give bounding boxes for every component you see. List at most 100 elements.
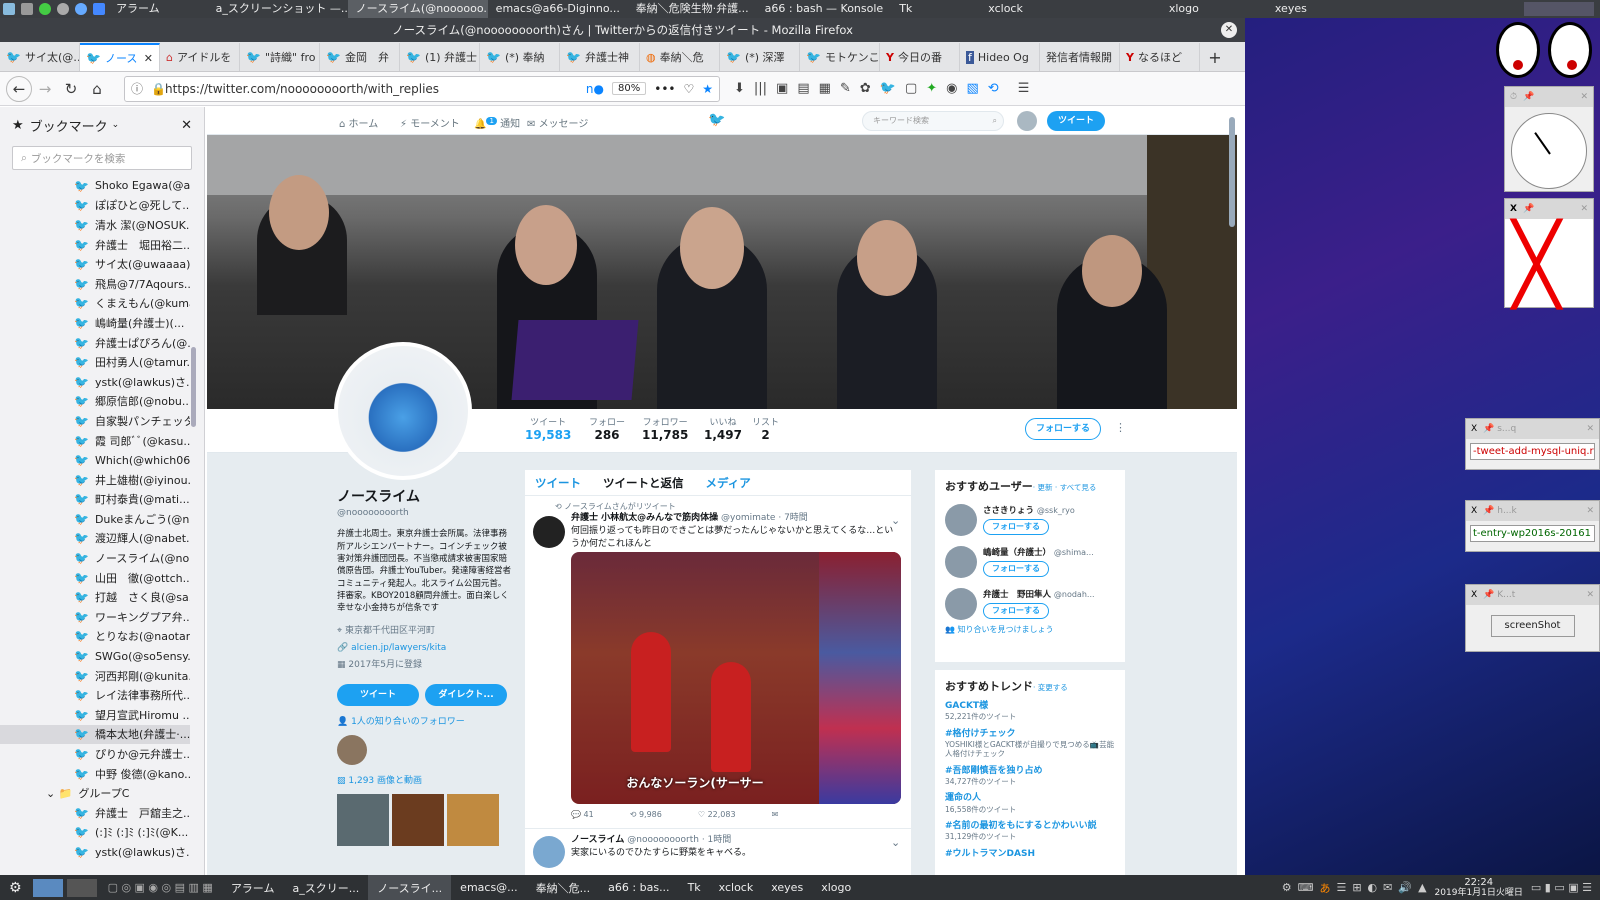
follow-button[interactable]: フォローする — [983, 519, 1049, 535]
tab-media[interactable]: メディア — [706, 475, 751, 491]
app-icon[interactable] — [39, 3, 51, 15]
follow-button[interactable]: フォローする — [983, 603, 1049, 619]
profile-link[interactable]: 🔗 alcien.jp/lawyers/kita — [337, 642, 512, 655]
toggle-icon[interactable]: n● — [586, 82, 604, 96]
suggested-user-handle[interactable]: @shima... — [1054, 548, 1094, 557]
trend-tag[interactable]: #名前の最初をもにするとかわいい説 — [945, 821, 1115, 832]
bookmark-item[interactable]: 🐦 ぴりか@元弁護士... — [0, 744, 190, 764]
tweet-media[interactable]: おんなソーラン(サーサー — [571, 552, 901, 804]
browser-tab[interactable]: 🐦 (1) 弁護士 — [400, 43, 480, 71]
top-task[interactable]: Tk — [891, 0, 920, 18]
stat-followers[interactable]: フォロワー 11,785 — [642, 415, 688, 442]
bookmark-item[interactable]: 🐦 橋本太地(弁護士·... — [0, 724, 190, 745]
follow-button[interactable]: フォローする — [1025, 418, 1101, 440]
avatar[interactable] — [945, 504, 977, 536]
library-icon[interactable]: ||| — [754, 81, 767, 96]
kde-menu-icon[interactable] — [3, 3, 15, 15]
screenshot-button[interactable]: screenShot — [1490, 615, 1575, 637]
bookmark-item[interactable]: 🐦くまえもん(@kuma... — [0, 294, 190, 314]
suggested-user-handle[interactable]: @ssk_ryo — [1037, 506, 1075, 515]
tweet-author[interactable]: ノースライム — [571, 835, 624, 845]
browser-tab[interactable]: 🐦 (*) 奉納 — [480, 43, 560, 71]
menu-icon[interactable]: ☰ — [1018, 81, 1030, 96]
tk-window[interactable]: X 📌 h...k ✕ t-entry-wp2016s-20161 — [1465, 500, 1600, 552]
bookmark-item[interactable]: 🐦 町村泰貴(@mati... — [0, 490, 190, 510]
direct-message-button[interactable]: ダイレクト... — [425, 683, 507, 706]
tweet-avatar[interactable] — [533, 836, 565, 868]
media-thumb[interactable] — [337, 793, 389, 846]
taskbar-task[interactable]: a_スクリー... — [283, 875, 368, 900]
bookmark-item[interactable]: 🐦 望月宣武Hiromu ... — [0, 705, 190, 725]
top-task[interactable]: xlogo — [1161, 0, 1207, 18]
more-icon[interactable]: ••• — [654, 82, 675, 96]
bookmark-item[interactable]: 🐦 嶋崎量(弁護士)(... — [0, 313, 190, 333]
app-launcher-icons[interactable]: ▢ ◎ ▣ ◉ ◎ ▤ ▥ ▦ — [99, 875, 222, 900]
bookmark-folder[interactable]: ⌄ 📁 グループC — [0, 783, 190, 803]
screenshot-icon[interactable]: ▤ — [797, 81, 809, 96]
trend-item[interactable]: GACKT様 52,221件のツイート — [945, 701, 1115, 722]
tk-entry[interactable]: -tweet-add-mysql-uniq.r — [1470, 443, 1595, 460]
bookmark-search-input[interactable]: ⌕ ブックマークを検索 — [12, 146, 192, 170]
top-task[interactable]: a_スクリーンショット —... — [208, 0, 348, 18]
close-icon[interactable]: ✕ — [181, 118, 192, 133]
tab-tweets-replies[interactable]: ツイートと返信 — [603, 475, 684, 491]
bookmark-item[interactable]: 🐦Which(@which06... — [0, 450, 190, 470]
browser-tab[interactable]: ⌂ アイドルを — [160, 43, 240, 71]
url-text[interactable]: https://twitter.com/noooooooorth/with_re… — [165, 82, 586, 96]
top-task[interactable]: a66 : bash — Konsole — [757, 0, 892, 18]
bookmark-item[interactable]: 🐦 霞 司郎ﾞﾞ(@kasu... — [0, 431, 190, 451]
bookmark-item[interactable]: 🐦 弁護士 堀田裕二... — [0, 235, 190, 255]
like-action[interactable]: ♡ 22,083 — [698, 810, 736, 819]
more-options-icon[interactable]: ⋮ — [1115, 421, 1126, 434]
reload-icon[interactable]: ↻ — [58, 76, 84, 102]
tab-tweets[interactable]: ツイート — [535, 475, 581, 491]
mutual-avatar[interactable] — [337, 734, 367, 765]
nav-home[interactable]: ⌂ ホーム — [339, 115, 378, 130]
pager[interactable] — [1524, 2, 1594, 16]
xclock-window[interactable]: ⏱ 📌 ✕ — [1504, 86, 1594, 192]
follow-button[interactable]: フォローする — [983, 561, 1049, 577]
bookmark-item[interactable]: 🐦 レイ法律事務所代... — [0, 685, 190, 705]
bookmark-item[interactable]: 🐦 河西邦剛(@kunita... — [0, 666, 190, 686]
system-tray[interactable]: ⚙ ⌨ あ ☰ ⊞ ◐ ✉ 🔊 ▲ — [1282, 880, 1427, 896]
bookmark-item[interactable]: 🐦 清水 潔(@NOSUK... — [0, 215, 190, 235]
tweet-time[interactable]: · 7時間 — [778, 513, 807, 523]
twitter-icon[interactable]: 🐦 — [880, 81, 896, 96]
taskbar-task[interactable]: xclock — [710, 875, 763, 900]
tweet-button[interactable]: ツイート — [1047, 111, 1105, 131]
browser-tab[interactable]: 🐦 "詩織" fro — [240, 43, 320, 71]
trend-tag[interactable]: GACKT様 — [945, 701, 1115, 712]
find-friends-link[interactable]: 👥 知り合いを見つけましょう — [945, 624, 1115, 635]
home-icon[interactable]: ⌂ — [84, 76, 110, 102]
taskbar-task[interactable]: ノースライ... — [368, 875, 452, 900]
stat-likes[interactable]: いいね 1,497 — [704, 415, 742, 442]
bookmark-item[interactable]: 🐦Shoko Egawa(@a... — [0, 176, 190, 196]
bookmark-item[interactable]: 🐦 渡辺輝人(@nabet... — [0, 529, 190, 549]
reply-action[interactable]: 💬 41 — [571, 810, 594, 819]
browser-tab[interactable]: 🐦 弁護士神 — [560, 43, 640, 71]
sidebar-scrollbar[interactable] — [191, 347, 196, 427]
tweet-avatar[interactable] — [533, 516, 565, 548]
grid-icon[interactable]: ▦ — [819, 81, 831, 96]
suggested-user-name[interactable]: 弁護士 野田隼人 — [983, 590, 1051, 600]
avatar[interactable] — [1017, 111, 1037, 131]
bookmark-item[interactable]: 🐦 ノースライム(@no... — [0, 548, 190, 568]
suggested-links[interactable]: · 更新 · すべて見る — [1033, 483, 1097, 492]
xlogo-window[interactable]: X 📌 ✕ ╳ — [1504, 198, 1594, 308]
trend-tag[interactable]: #ウルトラマンDASH — [945, 849, 1115, 860]
browser-tab[interactable]: Y 今日の番 — [880, 43, 960, 71]
top-task[interactable]: 奉納＼危険生物·弁護... — [628, 0, 757, 18]
sidebar-title[interactable]: ブックマーク — [30, 116, 108, 135]
info-icon[interactable]: ⓘ — [131, 80, 143, 97]
tweet-author[interactable]: 弁護士 小林航太@みんなで筋肉体操 — [571, 513, 718, 523]
browser-tab[interactable]: 発信者情報開 — [1040, 43, 1120, 71]
media-thumb[interactable] — [447, 793, 499, 846]
top-task[interactable]: emacs@a66-Diginno... — [488, 0, 628, 18]
browser-tab[interactable]: 🐦 モトケンこ — [800, 43, 880, 71]
top-task[interactable]: アラーム — [108, 0, 168, 18]
trend-item[interactable]: 運命の人 16,558件のツイート — [945, 793, 1115, 814]
bookmark-item[interactable]: 🐦 山田 徹(@ottch... — [0, 568, 190, 588]
clipboard-icon[interactable]: ▢ — [905, 81, 917, 96]
nav-messages[interactable]: ✉ メッセージ — [527, 115, 588, 130]
browser-tab[interactable]: 🐦 (*) 深澤 — [720, 43, 800, 71]
